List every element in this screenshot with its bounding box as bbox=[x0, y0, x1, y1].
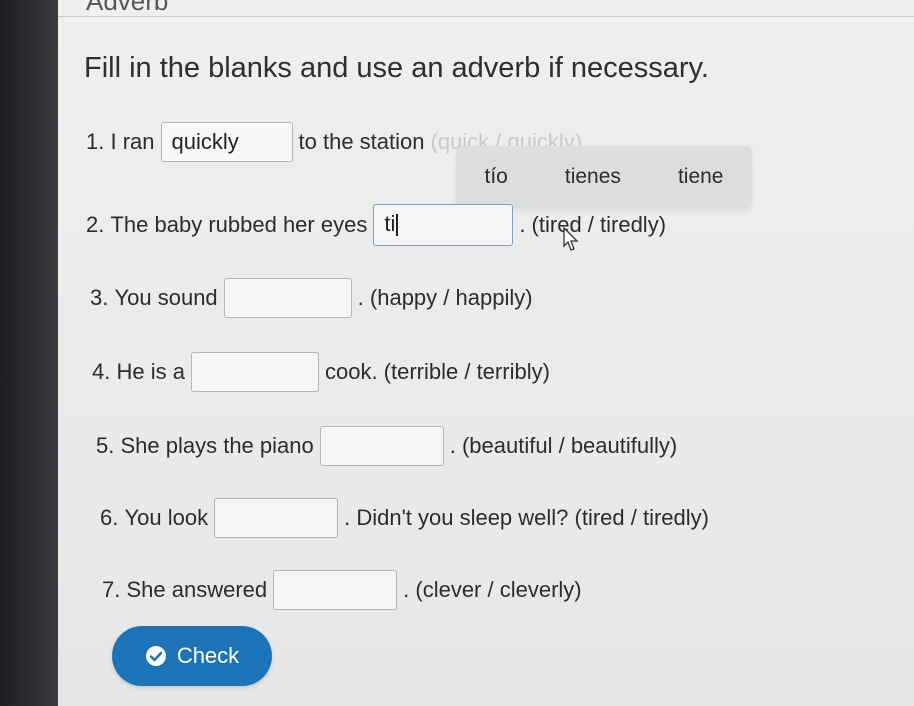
check-button-label: Check bbox=[176, 643, 240, 668]
question-text-after: . (tired / tiredly) bbox=[519, 212, 667, 237]
question-text-before: She answered bbox=[126, 577, 268, 602]
question-number: 6. bbox=[100, 505, 119, 530]
answer-input-5[interactable] bbox=[319, 426, 444, 466]
question-number: 4. bbox=[92, 359, 111, 384]
answer-text: ti bbox=[384, 211, 396, 236]
text-caret bbox=[396, 214, 399, 237]
suggestion-2[interactable]: tienes bbox=[565, 165, 621, 189]
checkmark-circle-icon bbox=[145, 646, 166, 666]
question-number: 1. bbox=[86, 129, 105, 154]
question-5: 5. She plays the piano . (beautiful / be… bbox=[96, 426, 677, 466]
answer-input-6[interactable] bbox=[214, 498, 339, 538]
question-number: 5. bbox=[96, 433, 115, 458]
question-number: 2. bbox=[86, 212, 105, 237]
question-text-before: You sound bbox=[114, 285, 218, 310]
question-text-after: . Didn't you sleep well? (tired / tiredl… bbox=[344, 505, 709, 530]
answer-input-3[interactable] bbox=[223, 278, 352, 318]
question-text-before: She plays the piano bbox=[120, 433, 314, 458]
autocomplete-suggestions: tío tienes tiene bbox=[456, 146, 752, 208]
answer-input-7[interactable] bbox=[273, 570, 398, 610]
question-text-after: . (beautiful / beautifully) bbox=[449, 433, 678, 458]
question-text-before: I ran bbox=[110, 129, 155, 154]
divider bbox=[58, 16, 914, 17]
answer-input-1[interactable]: quickly bbox=[160, 122, 293, 162]
question-text-after: . (clever / cleverly) bbox=[403, 577, 582, 602]
question-text-before: He is a bbox=[116, 359, 185, 384]
suggestion-1[interactable]: tío bbox=[485, 165, 508, 189]
question-number: 7. bbox=[102, 577, 121, 602]
device-bezel bbox=[0, 0, 58, 706]
question-4: 4. He is a cook. (terrible / terribly) bbox=[92, 352, 550, 392]
question-text-after: . (happy / happily) bbox=[357, 285, 533, 310]
mouse-pointer-icon bbox=[563, 226, 579, 251]
question-text-before: You look bbox=[124, 505, 209, 530]
section-heading: Adverb bbox=[86, 0, 169, 16]
question-text-after: cook. (terrible / terribly) bbox=[324, 359, 550, 384]
check-button[interactable]: Check bbox=[112, 626, 272, 686]
question-text-before: The baby rubbed her eyes bbox=[110, 212, 368, 237]
question-7: 7. She answered . (clever / cleverly) bbox=[102, 570, 582, 610]
answer-input-4[interactable] bbox=[190, 352, 319, 392]
question-6: 6. You look . Didn't you sleep well? (ti… bbox=[100, 498, 709, 538]
answer-input-2[interactable]: ti bbox=[373, 204, 514, 246]
question-3: 3. You sound . (happy / happily) bbox=[90, 278, 533, 318]
instruction-text: Fill in the blanks and use an adverb if … bbox=[84, 52, 709, 84]
suggestion-3[interactable]: tiene bbox=[678, 165, 724, 189]
question-number: 3. bbox=[90, 285, 109, 310]
question-text-after: to the station bbox=[298, 129, 425, 154]
